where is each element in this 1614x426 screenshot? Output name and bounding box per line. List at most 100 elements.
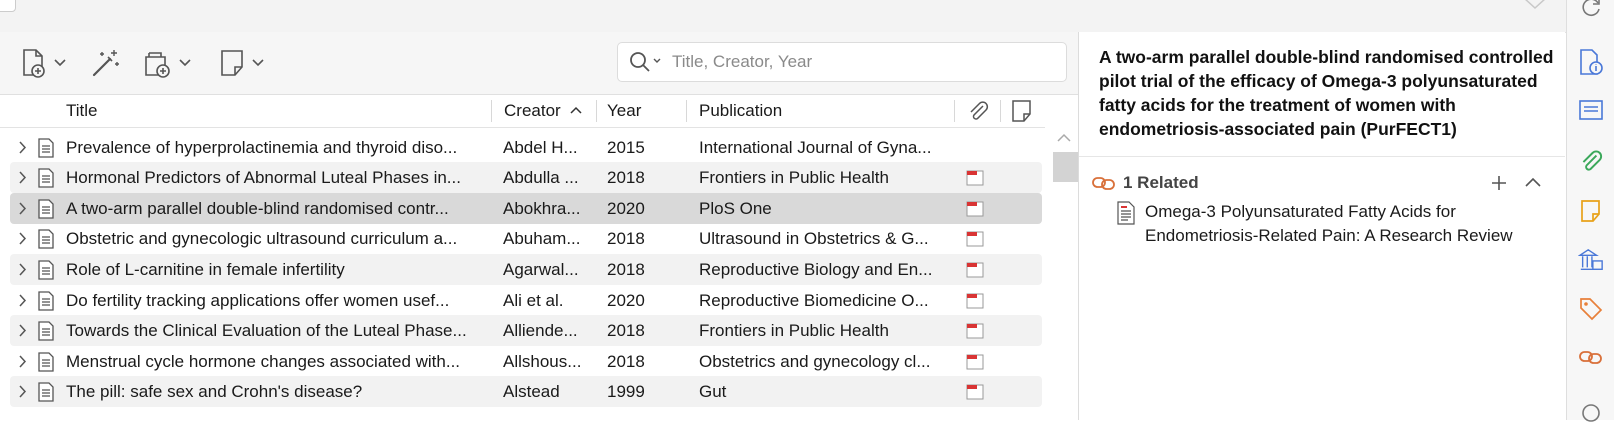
- row-title: Obstetric and gynecologic ultrasound cur…: [66, 229, 458, 248]
- row-year: 2020: [607, 291, 645, 310]
- pdf-attachment-icon[interactable]: [966, 384, 984, 400]
- search-box[interactable]: [617, 42, 1067, 82]
- chevron-right-icon[interactable]: [18, 376, 32, 407]
- row-title: A two-arm parallel double-blind randomis…: [66, 199, 449, 218]
- chevron-right-icon[interactable]: [18, 254, 32, 285]
- pdf-attachment-icon[interactable]: [966, 323, 984, 339]
- table-row[interactable]: Do fertility tracking applications offer…: [10, 285, 1042, 316]
- library-icon: [1578, 248, 1603, 270]
- scroll-up-icon[interactable]: [1057, 133, 1071, 143]
- locate-icon: [1582, 404, 1600, 422]
- table-row[interactable]: Hormonal Predictors of Abnormal Luteal P…: [10, 162, 1042, 193]
- row-publication: PloS One: [699, 199, 772, 218]
- pdf-attachment-icon[interactable]: [966, 354, 984, 370]
- sync-button[interactable]: [1578, 0, 1604, 20]
- sidenav-attachments[interactable]: [1578, 148, 1604, 174]
- related-item[interactable]: Omega-3 Polyunsaturated Fatty Acids for …: [1117, 200, 1517, 248]
- column-header: Title Creator Year Publication: [0, 95, 1078, 128]
- new-item-icon: [23, 49, 45, 78]
- sidenav-info[interactable]: [1578, 49, 1604, 75]
- pdf-attachment-icon[interactable]: [966, 231, 984, 247]
- row-publication: Gut: [699, 382, 727, 401]
- row-creator: Alliende...: [503, 321, 578, 340]
- row-creator: Abdel H...: [503, 138, 578, 157]
- row-title: Do fertility tracking applications offer…: [66, 291, 450, 310]
- notes-column-icon[interactable]: [1010, 98, 1034, 124]
- column-separator[interactable]: [596, 100, 597, 122]
- row-title: Towards the Clinical Evaluation of the L…: [66, 321, 467, 340]
- chevron-down-icon[interactable]: [1522, 0, 1548, 12]
- column-separator[interactable]: [686, 100, 687, 122]
- sidenav-locate[interactable]: [1578, 400, 1604, 426]
- search-icon[interactable]: [628, 50, 662, 74]
- row-title: Prevalence of hyperprolactinemia and thy…: [66, 138, 458, 157]
- chevron-right-icon[interactable]: [18, 132, 32, 163]
- table-row-selected[interactable]: A two-arm parallel double-blind randomis…: [10, 193, 1042, 224]
- column-creator[interactable]: Creator: [504, 95, 561, 127]
- column-separator[interactable]: [491, 100, 492, 122]
- new-note-button[interactable]: [218, 46, 264, 80]
- sort-ascending-icon: [570, 106, 582, 114]
- chevron-right-icon[interactable]: [18, 346, 32, 377]
- new-collection-button[interactable]: [143, 46, 191, 80]
- row-publication: International Journal of Gyna...: [699, 138, 932, 157]
- row-year: 2020: [607, 199, 645, 218]
- item-title[interactable]: A two-arm parallel double-blind randomis…: [1099, 45, 1559, 141]
- row-year: 2018: [607, 260, 645, 279]
- row-creator: Abdulla ...: [503, 168, 579, 187]
- table-row[interactable]: Prevalence of hyperprolactinemia and thy…: [10, 132, 1042, 163]
- table-row[interactable]: Obstetric and gynecologic ultrasound cur…: [10, 223, 1042, 254]
- tag-icon: [1580, 298, 1603, 321]
- new-note-icon: [221, 50, 243, 76]
- sidenav-notes[interactable]: [1578, 198, 1604, 224]
- related-icon: [1579, 351, 1602, 364]
- attachment-column-icon[interactable]: [966, 99, 990, 123]
- column-title[interactable]: Title: [66, 95, 98, 127]
- chevron-right-icon[interactable]: [18, 223, 32, 254]
- sidenav-tags[interactable]: [1578, 296, 1604, 322]
- sidenav-libraries-collections[interactable]: [1578, 247, 1604, 273]
- pdf-attachment-icon[interactable]: [966, 170, 984, 186]
- related-section-header[interactable]: 1 Related: [1091, 168, 1553, 198]
- row-title: The pill: safe sex and Crohn's disease?: [66, 382, 363, 401]
- table-row[interactable]: Menstrual cycle hormone changes associat…: [10, 346, 1042, 377]
- chevron-right-icon[interactable]: [18, 315, 32, 346]
- row-creator: Alstead: [503, 382, 560, 401]
- chevron-right-icon[interactable]: [18, 285, 32, 316]
- column-year[interactable]: Year: [607, 95, 641, 127]
- row-publication: Reproductive Biology and En...: [699, 260, 933, 279]
- sidenav-related[interactable]: [1578, 344, 1604, 370]
- search-input[interactable]: [670, 51, 1034, 73]
- row-publication: Ultrasound in Obstetrics & G...: [699, 229, 929, 248]
- table-row[interactable]: Role of L-carnitine in female infertilit…: [10, 254, 1042, 285]
- column-separator[interactable]: [1000, 100, 1001, 122]
- chevron-up-icon[interactable]: [1523, 173, 1543, 193]
- row-year: 2018: [607, 229, 645, 248]
- row-title: Hormonal Predictors of Abnormal Luteal P…: [66, 168, 461, 187]
- sidenav-abstract[interactable]: [1578, 97, 1604, 123]
- pdf-attachment-icon[interactable]: [966, 293, 984, 309]
- document-icon: [38, 138, 54, 158]
- document-icon: [38, 382, 54, 402]
- items-scrollbar[interactable]: [1045, 127, 1078, 420]
- info-icon: [1580, 49, 1603, 75]
- row-publication: Reproductive Biomedicine O...: [699, 291, 929, 310]
- scrollbar-thumb[interactable]: [1053, 152, 1078, 182]
- row-title: Role of L-carnitine in female infertilit…: [66, 260, 345, 279]
- row-creator: Allshous...: [503, 352, 582, 371]
- chevron-right-icon[interactable]: [18, 162, 32, 193]
- table-row[interactable]: Towards the Clinical Evaluation of the L…: [10, 315, 1042, 346]
- chevron-right-icon[interactable]: [18, 193, 32, 224]
- table-row[interactable]: The pill: safe sex and Crohn's disease? …: [10, 376, 1042, 407]
- tab-corner[interactable]: [0, 0, 16, 12]
- new-item-button[interactable]: [20, 46, 66, 80]
- magic-wand-icon: [92, 50, 119, 77]
- add-related-button[interactable]: [1489, 173, 1509, 193]
- pdf-attachment-icon[interactable]: [966, 201, 984, 217]
- pdf-attachment-icon[interactable]: [966, 262, 984, 278]
- window-top-strip: [0, 0, 1566, 33]
- column-publication[interactable]: Publication: [699, 95, 782, 127]
- row-year: 2018: [607, 321, 645, 340]
- column-separator[interactable]: [954, 100, 955, 122]
- add-by-identifier-button[interactable]: [90, 46, 122, 80]
